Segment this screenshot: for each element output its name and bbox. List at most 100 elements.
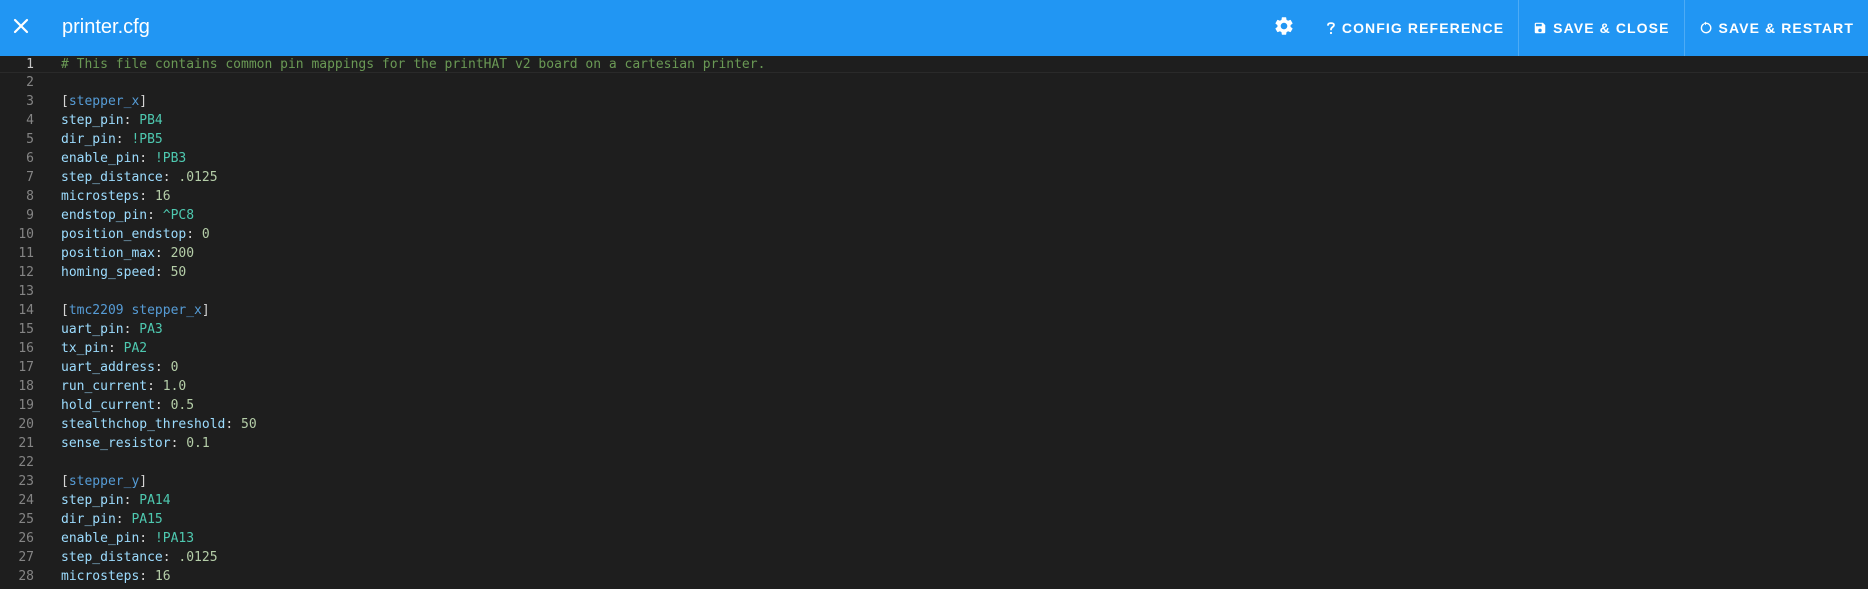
token-punct: [ <box>61 94 69 109</box>
token-punct: : <box>186 227 202 242</box>
line-number: 15 <box>18 322 34 337</box>
code-line[interactable]: 1 # This file contains common pin mapping… <box>0 56 1868 73</box>
token-key: endstop_pin <box>61 208 148 223</box>
line-number: 12 <box>18 265 34 280</box>
line-content: uart_pin: PA3 <box>61 320 163 339</box>
token-key: enable_pin <box>61 151 140 166</box>
line-number: 17 <box>18 360 34 375</box>
code-line[interactable]: 2 <box>0 73 1868 92</box>
config-reference-button[interactable]: CONFIG REFERENCE <box>1312 0 1518 56</box>
token-key: step_distance <box>61 550 163 565</box>
code-line[interactable]: 25 dir_pin: PA15 <box>0 510 1868 529</box>
line-content: tx_pin: PA2 <box>61 339 147 358</box>
token-section: stepper_y <box>68 474 140 489</box>
code-line[interactable]: 5 dir_pin: !PB5 <box>0 130 1868 149</box>
code-line[interactable]: 19 hold_current: 0.5 <box>0 396 1868 415</box>
token-num: 16 <box>154 569 171 584</box>
line-content: endstop_pin: ^PC8 <box>61 206 194 225</box>
token-num: .0125 <box>178 170 218 185</box>
code-line[interactable]: 10 position_endstop: 0 <box>0 225 1868 244</box>
code-editor[interactable]: 1 # This file contains common pin mapping… <box>0 56 1868 589</box>
line-number: 26 <box>18 531 34 546</box>
token-punct: : <box>170 436 187 451</box>
code-line[interactable]: 27 step_distance: .0125 <box>0 548 1868 567</box>
code-line[interactable]: 6 enable_pin: !PB3 <box>0 149 1868 168</box>
token-num: 0.1 <box>186 436 210 451</box>
line-content: microsteps: 16 <box>61 567 171 586</box>
code-line[interactable]: 18 run_current: 1.0 <box>0 377 1868 396</box>
token-punct: : <box>147 208 163 223</box>
token-key: position_max <box>61 246 155 261</box>
token-punct: : <box>154 265 171 280</box>
code-line[interactable]: 16 tx_pin: PA2 <box>0 339 1868 358</box>
line-content: uart_address: 0 <box>61 358 178 377</box>
token-punct: [ <box>61 474 69 489</box>
code-line[interactable]: 3 [stepper_x] <box>0 92 1868 111</box>
token-pin: PA15 <box>131 512 163 527</box>
token-num: 0.5 <box>170 398 195 413</box>
line-content: hold_current: 0.5 <box>61 396 194 415</box>
token-punct: : <box>154 398 171 413</box>
save-close-button[interactable]: SAVE & CLOSE <box>1518 0 1683 56</box>
line-number: 7 <box>26 170 34 185</box>
line-number: 14 <box>18 303 34 318</box>
code-line[interactable]: 21 sense_resistor: 0.1 <box>0 434 1868 453</box>
line-content: dir_pin: !PB5 <box>61 130 163 149</box>
token-key: step_distance <box>61 170 163 185</box>
settings-button[interactable] <box>1262 0 1306 56</box>
token-punct: : <box>162 550 179 565</box>
line-number: 28 <box>18 569 34 584</box>
line-content: [tmc2209 stepper_x] <box>61 301 210 320</box>
floppy-disk-icon <box>1533 21 1547 35</box>
token-pin: PA3 <box>139 322 163 337</box>
token-section: tmc2209 stepper_x <box>68 303 202 318</box>
line-content: stealthchop_threshold: 50 <box>61 415 257 434</box>
code-line[interactable]: 17 uart_address: 0 <box>0 358 1868 377</box>
token-pin: PB4 <box>139 113 163 128</box>
token-key: run_current <box>61 379 148 394</box>
line-number: 6 <box>26 151 34 166</box>
token-punct: ] <box>139 94 148 109</box>
line-content: homing_speed: 50 <box>61 263 186 282</box>
question-mark-icon <box>1326 21 1336 35</box>
save-restart-button[interactable]: SAVE & RESTART <box>1683 0 1868 56</box>
code-line[interactable]: 15 uart_pin: PA3 <box>0 320 1868 339</box>
code-line[interactable]: 7 step_distance: .0125 <box>0 168 1868 187</box>
token-key: uart_address <box>61 360 155 375</box>
line-number: 11 <box>18 246 34 261</box>
line-content: step_pin: PB4 <box>61 111 163 130</box>
code-line[interactable]: 11 position_max: 200 <box>0 244 1868 263</box>
token-punct: [ <box>61 303 69 318</box>
line-content: # This file contains common pin mappings… <box>61 56 765 74</box>
token-num: 16 <box>154 189 171 204</box>
line-number: 1 <box>26 57 34 72</box>
code-line[interactable]: 20 stealthchop_threshold: 50 <box>0 415 1868 434</box>
line-number: 3 <box>26 94 34 109</box>
close-button[interactable] <box>10 17 32 39</box>
token-key: microsteps <box>61 189 140 204</box>
line-content: enable_pin: !PA13 <box>61 529 194 548</box>
token-key: position_endstop <box>61 227 187 242</box>
code-line[interactable]: 26 enable_pin: !PA13 <box>0 529 1868 548</box>
line-number: 27 <box>18 550 34 565</box>
code-line[interactable]: 9 endstop_pin: ^PC8 <box>0 206 1868 225</box>
code-line[interactable]: 28 microsteps: 16 <box>0 567 1868 586</box>
code-line[interactable]: 23 [stepper_y] <box>0 472 1868 491</box>
token-punct: : <box>139 189 155 204</box>
token-punct: : <box>123 322 140 337</box>
code-line[interactable]: 8 microsteps: 16 <box>0 187 1868 206</box>
code-line[interactable]: 24 step_pin: PA14 <box>0 491 1868 510</box>
token-key: hold_current <box>61 398 155 413</box>
code-line[interactable]: 14 [tmc2209 stepper_x] <box>0 301 1868 320</box>
code-line[interactable]: 22 <box>0 453 1868 472</box>
code-line[interactable]: 13 <box>0 282 1868 301</box>
token-num: 50 <box>241 417 257 432</box>
code-line[interactable]: 4 step_pin: PB4 <box>0 111 1868 130</box>
restart-icon <box>1699 21 1713 35</box>
line-number: 21 <box>18 436 34 451</box>
token-num: 0 <box>201 227 210 242</box>
line-number: 22 <box>18 455 34 470</box>
code-line[interactable]: 12 homing_speed: 50 <box>0 263 1868 282</box>
token-punct: ] <box>201 303 210 318</box>
config-reference-label: CONFIG REFERENCE <box>1341 20 1505 36</box>
